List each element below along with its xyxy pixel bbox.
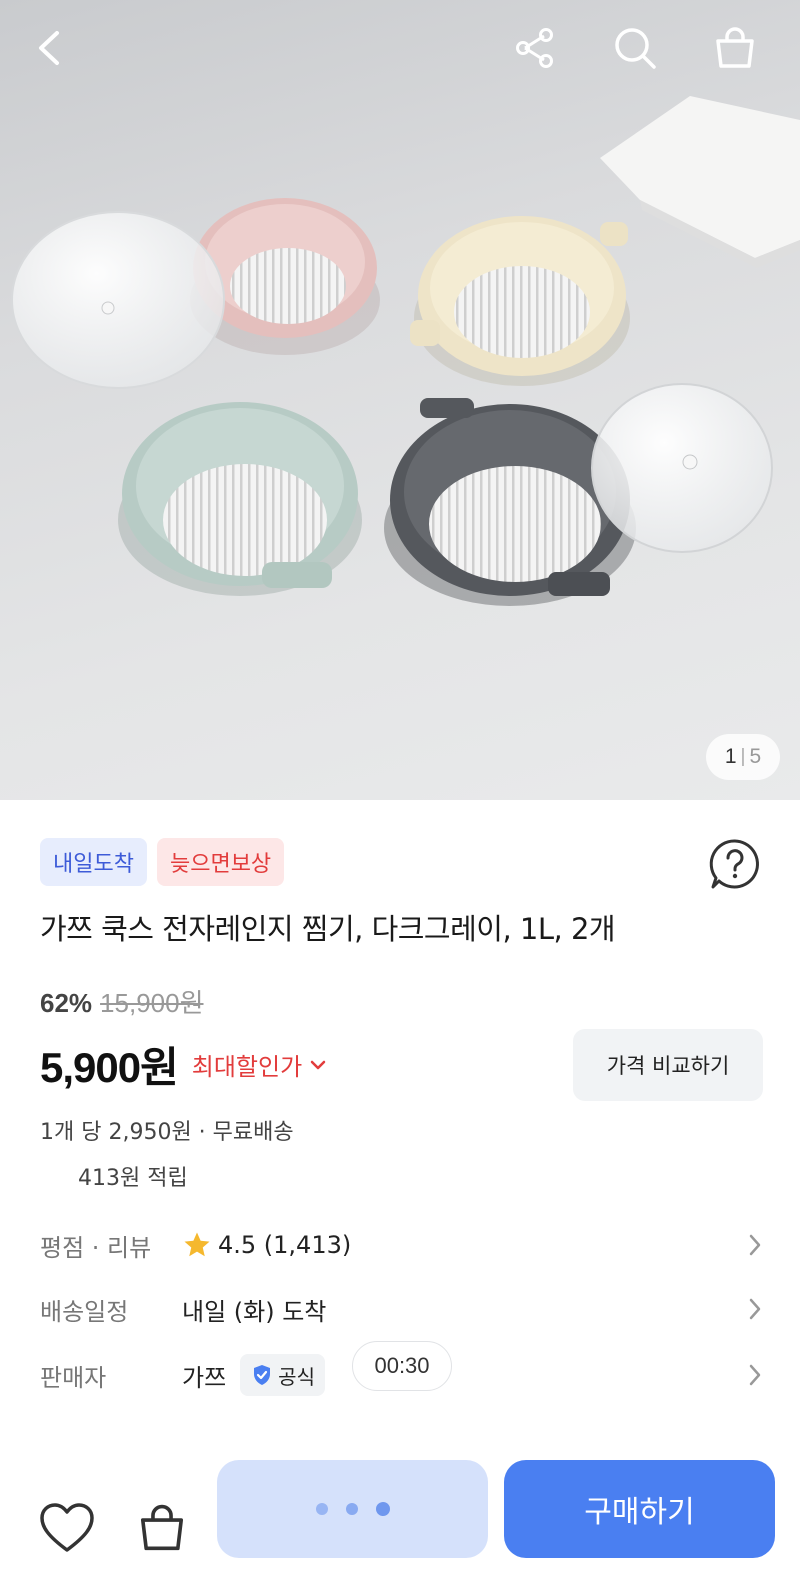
product-photo [11, 96, 800, 606]
max-discount-toggle[interactable]: 최대할인가 [192, 1047, 326, 1082]
share-button[interactable] [505, 18, 565, 78]
back-button[interactable] [20, 18, 80, 78]
unit-price-shipping: 1개 당 2,950원 · 무료배송 [40, 1120, 294, 1145]
badge-late-compensation[interactable]: 늦으면보상 [156, 838, 285, 886]
sale-price: 5,900원 [40, 1044, 179, 1091]
chevron-right-icon [749, 1298, 761, 1320]
search-icon [615, 28, 656, 69]
delivery-badges: 내일도착 늦으면보상 [40, 838, 285, 886]
price-row: 5,900원 최대할인가 [40, 1034, 326, 1095]
loading-dot [315, 1503, 328, 1515]
badge-tomorrow-arrival: 내일도착 [40, 838, 147, 886]
official-seller-badge: 공식 [240, 1354, 325, 1396]
rating-review-row[interactable]: 평점 · 리뷰 4.5 (1,413) [40, 1220, 762, 1270]
seller-name: 가쯔 [182, 1363, 227, 1392]
chevron-left-icon [39, 31, 59, 65]
question-icon[interactable] [707, 836, 763, 892]
chevron-right-icon [749, 1234, 761, 1256]
image-counter-separator: | [740, 746, 746, 767]
verified-shield-icon [254, 1365, 271, 1385]
max-discount-label: 최대할인가 [191, 1053, 303, 1081]
add-to-cart-button[interactable] [130, 1496, 194, 1560]
timer-bubble: 00:30 [352, 1341, 452, 1391]
cart-button[interactable] [705, 18, 765, 78]
image-counter-total: 5 [749, 745, 762, 768]
delivery-schedule-row[interactable]: 배송일정 내일 (화) 도착 [40, 1284, 762, 1334]
product-title: 가쯔 쿡스 전자레인지 찜기, 다크그레이, 1L, 2개 [40, 912, 616, 946]
shopping-bag-icon [140, 1504, 184, 1551]
reward-points: 413원 적립 [78, 1166, 188, 1191]
delivery-value: 내일 (화) 도착 [182, 1297, 327, 1326]
star-icon [184, 1232, 210, 1257]
seller-label: 판매자 [40, 1363, 107, 1392]
top-navigation-bar [0, 0, 800, 96]
rating-value: 4.5 (1,413) [218, 1231, 352, 1259]
discount-row: 62% 15,900원 [40, 983, 204, 1020]
chevron-down-icon [310, 1060, 326, 1069]
buy-now-button[interactable]: 구매하기 [504, 1460, 775, 1558]
discount-rate: 62% [40, 988, 93, 1018]
bottom-action-bar: 구매하기 [0, 1440, 800, 1588]
shopping-bag-icon [716, 27, 754, 68]
image-counter: 1 | 5 [706, 734, 780, 780]
share-icon [516, 28, 553, 68]
heart-icon [40, 1503, 94, 1552]
image-counter-current: 1 [724, 745, 737, 768]
loading-button[interactable] [217, 1460, 488, 1558]
wishlist-button[interactable] [35, 1496, 99, 1560]
rating-label: 평점 · 리뷰 [40, 1233, 152, 1262]
delivery-label: 배송일정 [40, 1297, 129, 1326]
loading-dot [375, 1502, 390, 1516]
product-image-gallery[interactable]: 1 | 5 [0, 0, 800, 800]
compare-price-button[interactable]: 가격 비교하기 [573, 1029, 763, 1101]
chevron-right-icon [749, 1364, 761, 1386]
search-button[interactable] [605, 18, 665, 78]
loading-dot [345, 1503, 358, 1515]
original-price: 15,900원 [100, 988, 204, 1018]
official-label: 공식 [278, 1364, 315, 1389]
